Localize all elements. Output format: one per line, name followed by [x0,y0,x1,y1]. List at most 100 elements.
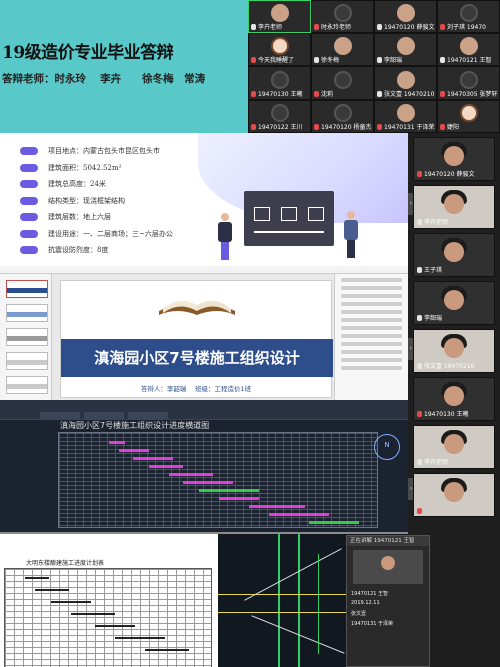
participant-tile[interactable]: 19470305 张梦轩 [437,66,500,100]
woman-illustration [218,213,232,263]
mic-muted-icon [440,123,445,130]
slide-thumbnail[interactable] [6,304,48,322]
gantt-bar [109,441,125,444]
meeting-banner: 19级造价专业毕业答辩 答辩老师：时永玲 李卉 徐冬梅 常涛 [0,0,248,133]
participant-tile[interactable]: 19470130 王曦 [248,66,311,100]
gantt-bar [149,465,183,468]
avatar [333,4,352,23]
participant-tile[interactable]: 婕阳 [437,100,500,133]
participant-tile[interactable]: 19470120 薛骏文 [413,137,495,181]
list-item: 19470121 王智 [351,591,389,597]
mic-muted-icon [417,170,422,177]
list-item: 抗震设防烈度：8度 [20,242,173,259]
list-item: 建筑总高度：24米 [20,176,173,193]
view-cube-icon[interactable]: N [374,434,400,460]
avatar [333,104,352,123]
cad-window-schedule: 滇海园小区7号楼施工组织设计进度横道图 N [0,400,408,532]
schedule-table [4,568,212,667]
bullet-icon [20,163,38,172]
ribbon-toolbar[interactable] [0,266,408,274]
avatar [459,37,478,56]
mini-meeting-panel[interactable]: 正在讲解 19470121 王智 19470121 王智 2019.12.11 … [346,535,430,667]
mic-muted-icon [251,56,256,63]
avatar [444,386,464,407]
cad-tab[interactable] [128,412,168,419]
avatar [381,556,395,570]
cad-toolbar[interactable] [0,400,408,420]
gantt-bar [169,473,213,476]
mic-icon [417,362,422,369]
banner-teachers: 答辩老师：时永玲 李卉 徐冬梅 常涛 [2,73,206,85]
cad-tab[interactable] [40,412,80,419]
mic-muted-icon [314,123,319,130]
avatar [270,104,289,123]
participant-tile[interactable]: 徐冬梅 [311,33,374,66]
participant-tile[interactable]: 今天我睡醒了 [248,33,311,66]
mic-muted-icon [251,123,256,130]
avatar [444,434,464,455]
slide-thumbnail[interactable] [6,352,48,370]
participant-tile[interactable]: 王子琪 [413,233,495,277]
bullet-icon [20,213,38,222]
schedule-bar [95,625,135,627]
list-item: 结构类型：现浇框架结构 [20,193,173,210]
project-info-list: 项目地点：内蒙古包头市昆区包头市 建筑面积：5042.52m² 建筑总高度：24… [20,143,173,259]
avatar [270,37,289,56]
participant-tile[interactable]: 李卉老师 [413,185,495,229]
participant-tile[interactable]: 李韶瑞 [413,281,495,325]
participant-tile[interactable]: 19470130 王曦 [413,377,495,421]
slide-thumbnail[interactable] [6,280,48,298]
gantt-bar [183,481,233,484]
mic-muted-icon [440,23,445,30]
slide-subtitle: 答辩人：李韶瑞 班级：工程造价1班 [140,385,252,393]
participant-tile[interactable]: 19470121 王智 [437,33,500,66]
mic-icon [417,218,422,225]
man-illustration [344,211,358,263]
slide-canvas[interactable]: 滇海园小区7号楼施工组织设计 答辩人：李韶瑞 班级：工程造价1班 [60,280,333,398]
schedule-bar [51,601,91,603]
avatar [396,70,415,89]
gantt-bar [309,521,359,524]
slide-project-info: 项目地点：内蒙古包头市昆区包头市 建筑面积：5042.52m² 建筑总高度：24… [0,133,408,266]
powerpoint-window: 滇海园小区7号楼施工组织设计 答辩人：李韶瑞 班级：工程造价1班 [0,266,408,400]
mic-muted-icon [377,123,382,130]
gantt-bar [119,449,149,452]
participant-tile[interactable]: 19470120 薛骏文 [374,0,437,33]
mic-icon [417,266,422,273]
schedule-bar [71,613,115,615]
format-panel[interactable] [334,274,408,400]
avatar [333,70,352,89]
avatar [396,4,415,23]
participant-tile[interactable]: 刘子琪 19470 [437,0,500,33]
avatar [444,482,464,503]
open-book-icon [159,300,235,315]
bullet-icon [20,246,38,255]
slide-thumbnail[interactable] [6,328,48,346]
participant-tile[interactable]: 时永玲老师 [311,0,374,33]
speaker-video [353,550,423,584]
list-item: 建筑面积：5042.52m² [20,160,173,177]
avatar [444,338,464,359]
schedule-bar [145,649,189,651]
participant-tile[interactable] [413,473,495,517]
participant-tile[interactable]: 19470131 于泽荣 [374,100,437,133]
participant-tile[interactable]: 李韶瑞 [374,33,437,66]
list-item: 建设用途：一、二层商场；三~六层办公 [20,226,173,243]
schedule-bar [25,577,49,579]
cad-tab[interactable] [84,412,124,419]
participant-tile[interactable]: 李卉老师 [413,425,495,469]
presentation-board-illustration [244,191,334,246]
avatar [396,37,415,56]
bullet-icon [20,147,38,156]
bullet-icon [20,180,38,189]
avatar [444,290,464,311]
slide-thumbnail[interactable] [6,376,48,394]
mic-icon [440,56,445,63]
participant-tile[interactable]: 张文壹 19470210 [374,66,437,100]
participant-tile[interactable]: 19470122 王川 [248,100,311,133]
participant-tile[interactable]: 李卉老师 [248,0,311,33]
participant-tile[interactable]: 沈莉 [311,66,374,100]
participant-tile[interactable]: 19470120 杨童杰 [311,100,374,133]
participant-grid-top: 李卉老师 时永玲老师 19470120 薛骏文 刘子琪 19470 今天我睡醒了… [248,0,500,133]
participant-tile[interactable]: 张文壹 19470210 [413,329,495,373]
